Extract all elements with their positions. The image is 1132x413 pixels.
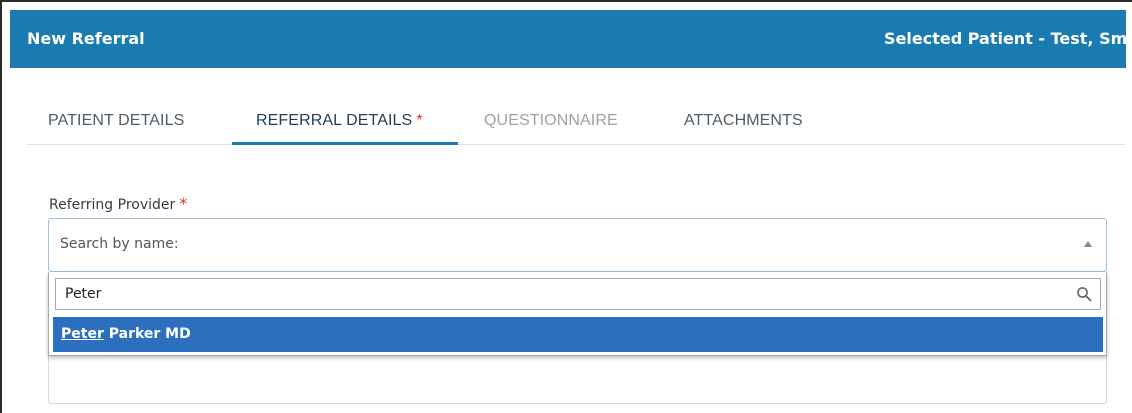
page-header: New Referral Selected Patient - Test, Sm [10, 10, 1126, 68]
dropdown-option-highlighted[interactable]: Peter Parker MD [53, 317, 1103, 352]
provider-dropdown: Peter Parker MD [48, 272, 1107, 356]
tab-label: ATTACHMENTS [684, 112, 803, 129]
selected-patient-label: Selected Patient - Test, Sm [884, 29, 1126, 48]
search-icon [1077, 287, 1092, 302]
tab-label: QUESTIONNAIRE [484, 112, 618, 129]
required-indicator: * [179, 194, 188, 213]
app-frame: New Referral Selected Patient - Test, Sm… [0, 0, 1132, 413]
tab-referral-details[interactable]: REFERRAL DETAILS * [256, 112, 423, 130]
tab-attachments[interactable]: ATTACHMENTS [684, 112, 803, 130]
tab-divider [26, 144, 1126, 145]
tab-label: PATIENT DETAILS [48, 112, 185, 129]
tab-questionnaire[interactable]: QUESTIONNAIRE [484, 112, 618, 130]
option-match-text: Peter [61, 326, 104, 342]
page-title: New Referral [27, 29, 145, 48]
referring-provider-select[interactable]: Search by name: [48, 218, 1107, 272]
tab-label: REFERRAL DETAILS [256, 112, 413, 129]
field-label-text: Referring Provider [49, 197, 176, 213]
referring-provider-label: Referring Provider * [49, 194, 187, 213]
tab-bar: PATIENT DETAILS REFERRAL DETAILS * QUESTI… [26, 98, 1126, 146]
option-rest-text: Parker MD [103, 326, 191, 342]
required-indicator: * [416, 112, 423, 129]
active-tab-indicator [232, 142, 458, 145]
provider-search-input[interactable] [56, 279, 1066, 309]
provider-search-box[interactable] [55, 278, 1101, 310]
caret-up-icon[interactable] [1084, 241, 1092, 247]
tab-patient-details[interactable]: PATIENT DETAILS [48, 112, 184, 130]
select-placeholder: Search by name: [60, 236, 179, 252]
next-field [48, 354, 1107, 404]
